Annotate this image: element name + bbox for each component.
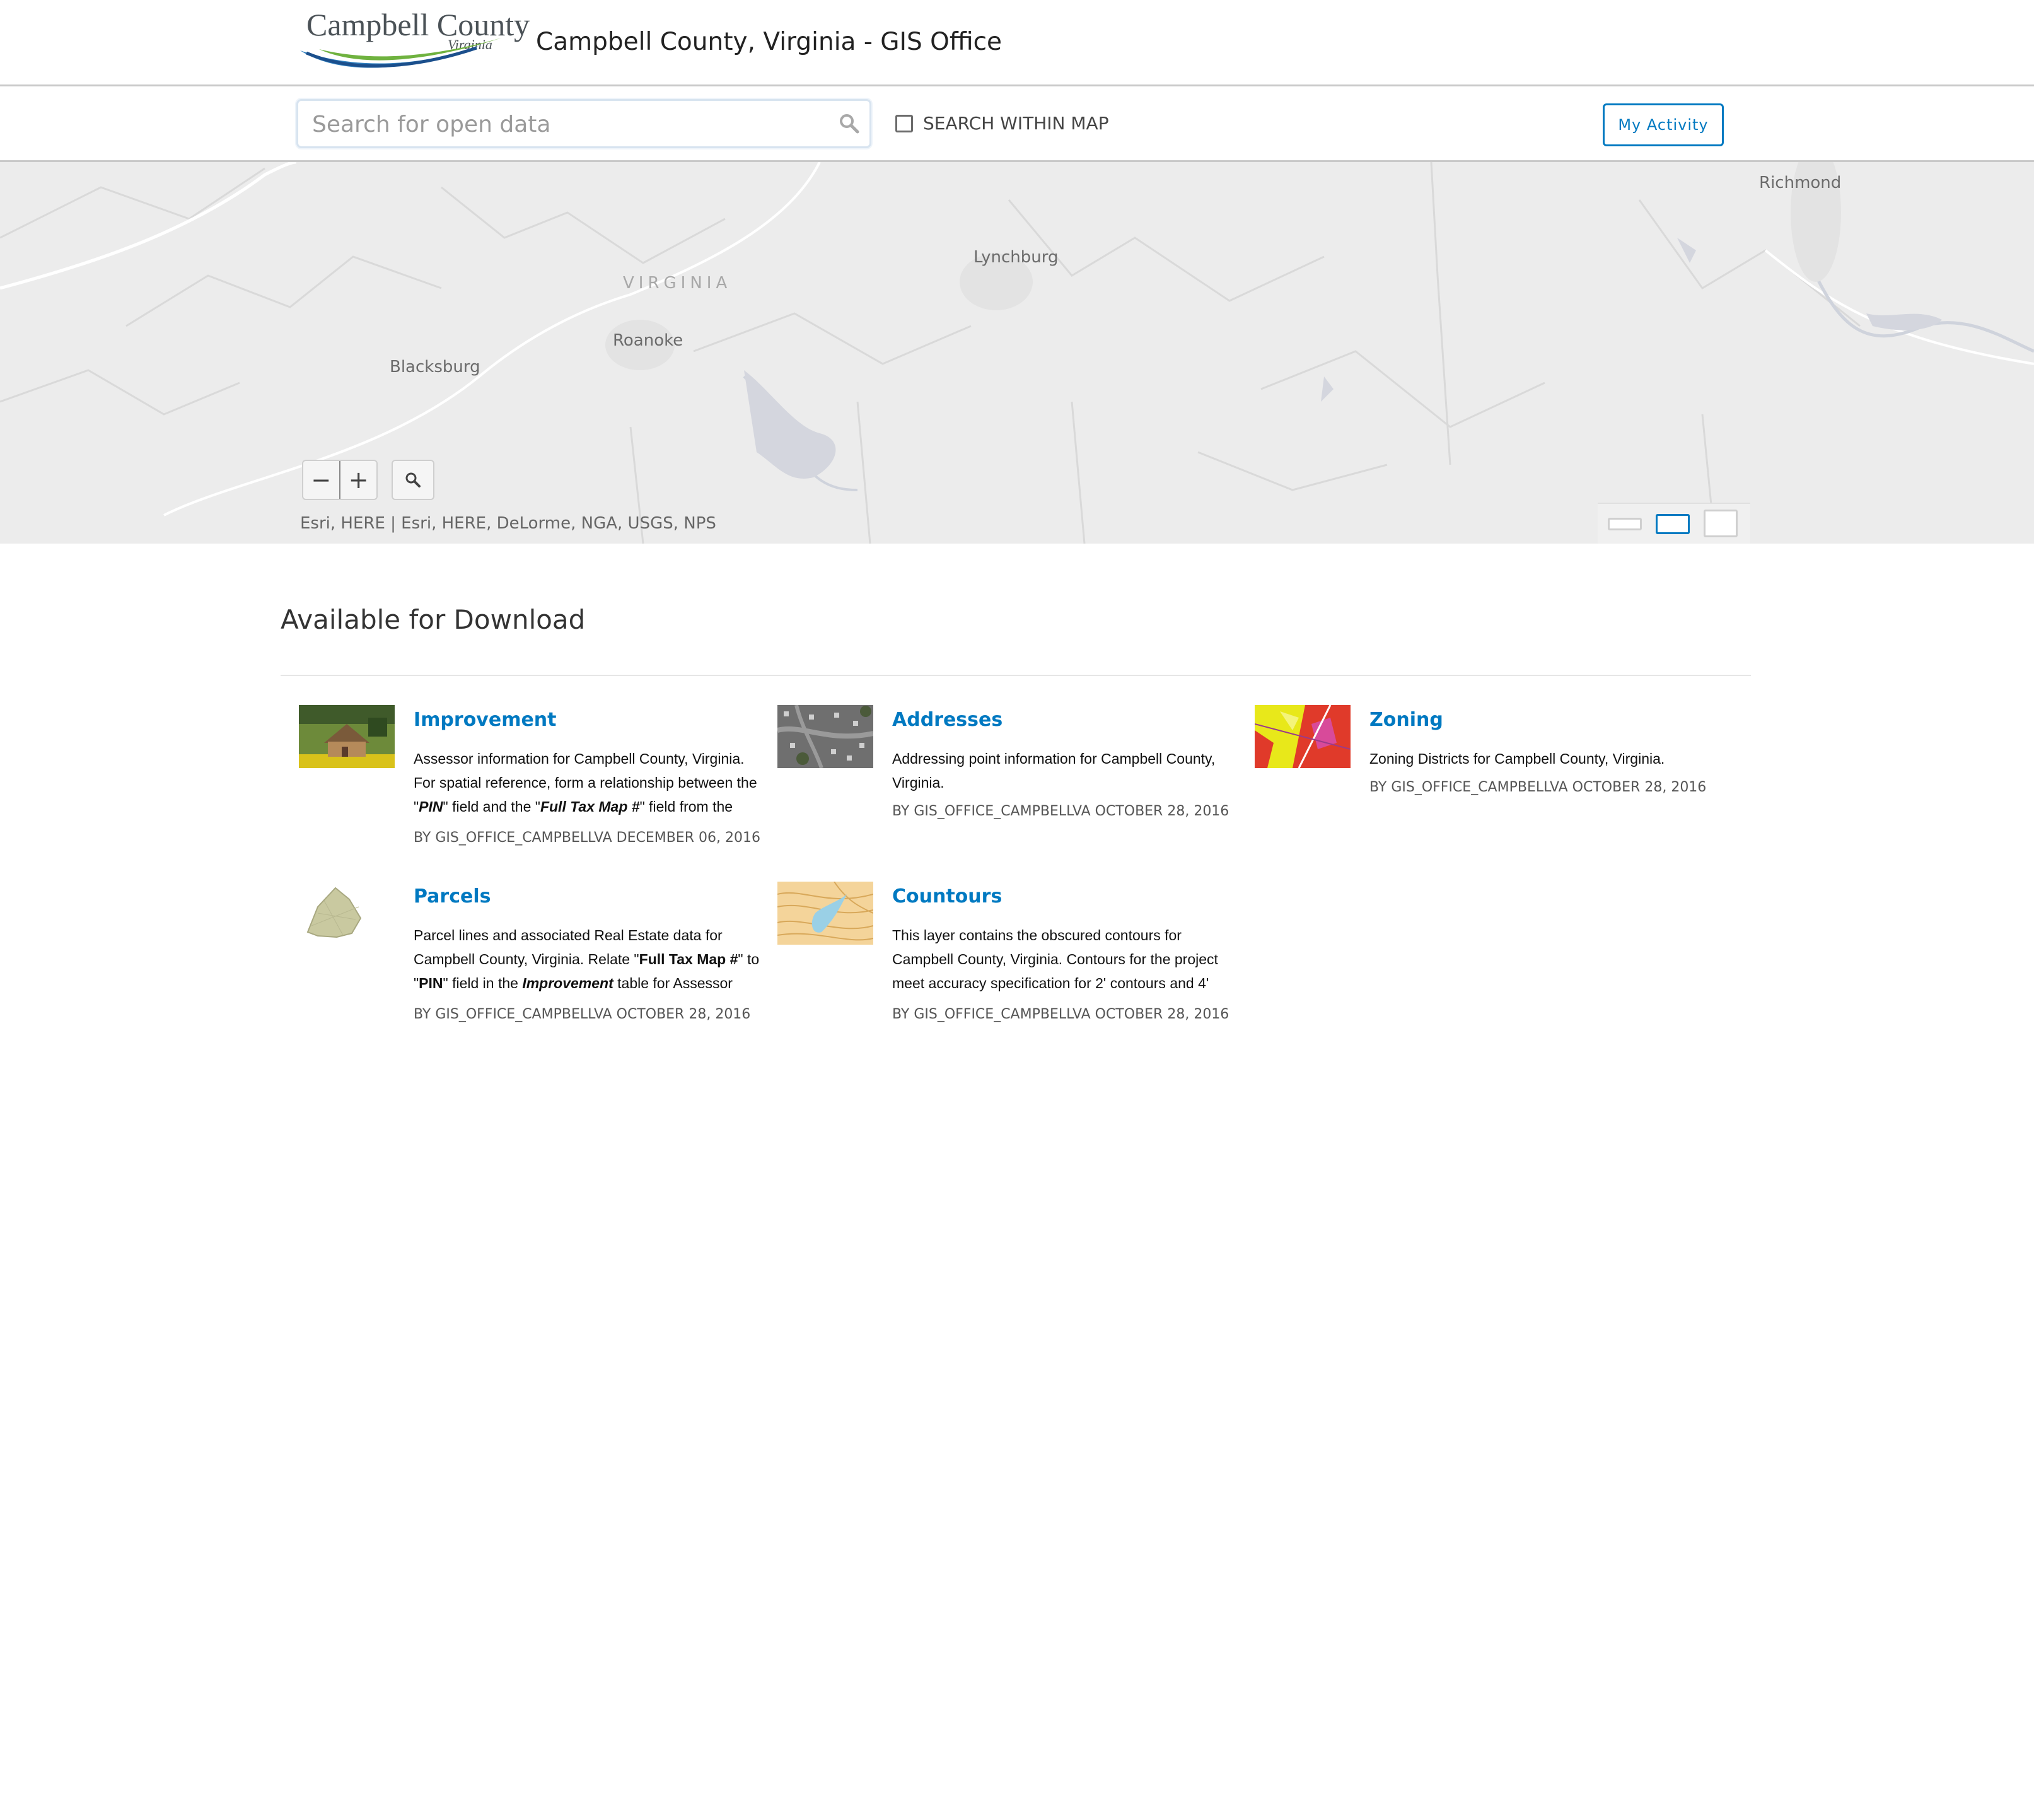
map-label-lynchburg: Lynchburg — [973, 248, 1059, 267]
search-input[interactable] — [312, 108, 829, 140]
zoom-in-button[interactable]: + — [340, 461, 376, 499]
dataset-meta: BY GIS_OFFICE_CAMPBELLVA OCTOBER 28, 201… — [892, 1006, 1229, 1022]
dataset-title[interactable]: Zoning — [1369, 709, 1443, 731]
section-divider — [281, 675, 1751, 676]
dataset-card: Addresses Addressing point information f… — [777, 705, 1244, 869]
my-activity-button[interactable]: My Activity — [1603, 103, 1724, 146]
dataset-title[interactable]: Countours — [892, 885, 1002, 907]
dataset-meta: BY GIS_OFFICE_CAMPBELLVA OCTOBER 28, 201… — [892, 803, 1229, 819]
dataset-meta: BY GIS_OFFICE_CAMPBELLVA OCTOBER 28, 201… — [1369, 779, 1707, 795]
map-label-richmond: Richmond — [1759, 173, 1842, 192]
magnifier-icon — [405, 472, 421, 487]
dataset-card: Zoning Zoning Districts for Campbell Cou… — [1255, 705, 1721, 869]
search-within-map-checkbox[interactable] — [895, 114, 913, 132]
zoning-map-icon — [1255, 705, 1351, 768]
dataset-card: Parcels Parcel lines and associated Real… — [299, 882, 765, 1046]
map-size-medium-toggle[interactable] — [1656, 514, 1690, 534]
zoom-controls: − + — [302, 460, 378, 500]
search-within-map-label: SEARCH WITHIN MAP — [923, 113, 1109, 134]
section-title: Available for Download — [281, 604, 586, 635]
dataset-thumbnail[interactable] — [777, 705, 873, 768]
search-box — [296, 99, 871, 148]
map-view[interactable]: VIRGINIA Lynchburg Richmond Roanoke Blac… — [0, 162, 2034, 544]
dataset-card: Countours This layer contains the obscur… — [777, 882, 1244, 1046]
map-label-virginia: VIRGINIA — [623, 274, 732, 293]
map-attribution: Esri, HERE | Esri, HERE, DeLorme, NGA, U… — [300, 514, 716, 533]
campbell-county-logo[interactable]: Campbell County Virginia — [294, 6, 530, 76]
dataset-title[interactable]: Improvement — [414, 709, 557, 731]
dataset-thumbnail[interactable] — [299, 705, 395, 768]
aerial-photo-icon — [777, 705, 873, 768]
map-label-blacksburg: Blacksburg — [390, 358, 480, 376]
zoom-out-button[interactable]: − — [303, 461, 339, 499]
search-within-map-toggle[interactable]: SEARCH WITHIN MAP — [895, 113, 1109, 134]
site-title: Campbell County, Virginia - GIS Office — [536, 28, 1002, 56]
search-toolbar: SEARCH WITHIN MAP My Activity — [0, 86, 2034, 162]
dataset-meta: BY GIS_OFFICE_CAMPBELLVA DECEMBER 06, 20… — [414, 830, 760, 846]
map-search-button[interactable] — [392, 460, 434, 500]
search-icon[interactable] — [838, 112, 861, 135]
dataset-description: This layer contains the obscured contour… — [892, 927, 1218, 991]
house-photo-icon — [299, 705, 395, 768]
contour-map-icon — [777, 882, 873, 945]
dataset-card: Improvement Assessor information for Cam… — [299, 705, 765, 869]
logo-swoosh-icon — [300, 38, 502, 68]
dataset-thumbnail[interactable] — [777, 882, 873, 945]
dataset-thumbnail[interactable] — [1255, 705, 1351, 768]
map-label-roanoke: Roanoke — [613, 331, 683, 350]
map-size-toggles — [1598, 503, 1750, 544]
map-size-small-toggle[interactable] — [1608, 518, 1642, 530]
county-outline-icon — [299, 882, 395, 945]
dataset-description: Assessor information for Campbell County… — [414, 750, 757, 815]
site-header: Campbell County Virginia Campbell County… — [0, 0, 2034, 86]
dataset-meta: BY GIS_OFFICE_CAMPBELLVA OCTOBER 28, 201… — [414, 1006, 751, 1022]
dataset-title[interactable]: Parcels — [414, 885, 491, 907]
dataset-thumbnail[interactable] — [299, 882, 395, 945]
dataset-title[interactable]: Addresses — [892, 709, 1002, 731]
dataset-description: Parcel lines and associated Real Estate … — [414, 927, 760, 991]
map-size-large-toggle[interactable] — [1704, 510, 1738, 537]
